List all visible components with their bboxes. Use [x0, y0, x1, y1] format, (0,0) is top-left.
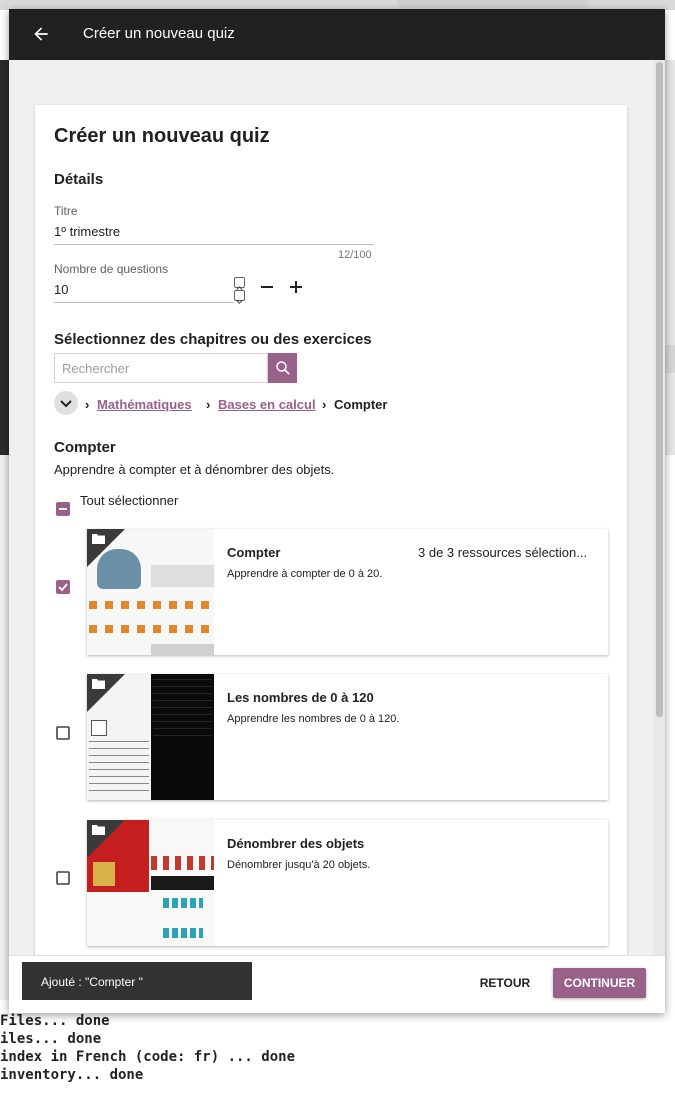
resource-thumbnail: [87, 674, 214, 800]
terminal-line-1: Files... done: [0, 1013, 110, 1029]
title-field-label: Titre: [54, 204, 78, 218]
checkbox-unchecked-icon[interactable]: [56, 726, 70, 740]
resource-card-compter[interactable]: Compter Apprendre à compter de 0 à 20. 3…: [87, 529, 608, 655]
breadcrumb-separator: ›: [85, 397, 90, 412]
page-title: Créer un nouveau quiz: [54, 125, 270, 147]
breadcrumb-separator: ›: [322, 397, 327, 412]
create-quiz-dialog: Créer un nouveau quiz Créer un nouveau q…: [9, 9, 665, 1013]
spin-down-button[interactable]: [234, 290, 245, 304]
folder-icon: [92, 825, 105, 835]
terminal-line-4: inventory... done: [0, 1067, 144, 1083]
questions-field-label: Nombre de questions: [54, 262, 169, 276]
resource-thumbnail: [87, 820, 214, 946]
continue-button[interactable]: CONTINUER: [553, 968, 646, 998]
checkbox-unchecked-icon[interactable]: [56, 871, 70, 885]
terminal-output: Files... done iles... done index in Fren…: [0, 1012, 295, 1084]
background-right-row: [665, 345, 675, 373]
topic-title: Compter: [54, 439, 116, 456]
resource-thumbnail: [87, 529, 214, 655]
breadcrumb-bases-en-calcul[interactable]: Bases en calcul: [218, 397, 316, 412]
title-field-underline: [54, 244, 374, 245]
select-section-heading: Sélectionnez des chapitres ou des exerci…: [54, 331, 372, 348]
checkbox-indeterminate-icon[interactable]: [56, 502, 70, 516]
terminal-line-2: iles... done: [0, 1031, 102, 1047]
resource-title: Compter: [227, 545, 281, 560]
spin-up-button[interactable]: [234, 277, 245, 291]
search-button[interactable]: [268, 353, 297, 383]
folder-icon: [92, 534, 105, 544]
arrow-back-icon[interactable]: [31, 24, 51, 44]
background-tab: [398, 0, 588, 8]
terminal-line-3: index in French (code: fr) ... done: [0, 1049, 296, 1065]
search-icon: [276, 361, 290, 375]
minus-icon[interactable]: [257, 277, 277, 297]
resource-description: Apprendre les nombres de 0 à 120.: [227, 713, 400, 725]
search-input[interactable]: Rechercher: [54, 353, 268, 383]
snackbar-message: Ajouté : "Compter ": [41, 975, 143, 989]
background-right-edge: [665, 60, 675, 455]
quiz-form-card: Créer un nouveau quiz Détails Titre 1º t…: [35, 105, 627, 975]
resource-title: Dénombrer des objets: [227, 836, 365, 851]
details-heading: Détails: [54, 171, 104, 188]
breadcrumb-mathematiques[interactable]: Mathématiques: [97, 397, 192, 412]
snackbar: Ajouté : "Compter ": [22, 962, 252, 1000]
resource-card-nombres-0-120[interactable]: Les nombres de 0 à 120 Apprendre les nom…: [87, 674, 608, 800]
dialog-footer: Ajouté : "Compter " RETOUR CONTINUER: [9, 955, 665, 1013]
resource-selection-count: 3 de 3 ressources sélection...: [418, 545, 588, 560]
chevron-down-icon: [236, 299, 243, 304]
topic-description: Apprendre à compter et à dénombrer des o…: [54, 462, 335, 477]
breadcrumb-separator: ›: [206, 397, 211, 412]
resource-description: Apprendre à compter de 0 à 20.: [227, 568, 383, 580]
breadcrumb-toggle-button[interactable]: [54, 391, 78, 415]
plus-icon[interactable]: [286, 277, 306, 297]
breadcrumb-current: Compter: [334, 397, 388, 412]
app-bar-title: Créer un nouveau quiz: [83, 25, 235, 42]
questions-field-underline: [54, 302, 234, 303]
folder-icon: [92, 679, 105, 689]
app-bar: Créer un nouveau quiz: [9, 9, 665, 60]
scrollbar-thumb[interactable]: [656, 62, 663, 717]
search-placeholder: Rechercher: [62, 361, 130, 376]
resource-title: Les nombres de 0 à 120: [227, 690, 374, 705]
back-button[interactable]: RETOUR: [467, 968, 543, 998]
checkbox-checked-icon[interactable]: [56, 580, 70, 594]
questions-field-input[interactable]: 10: [54, 282, 68, 297]
title-char-counter: 12/100: [338, 249, 372, 261]
resource-description: Dénombrer jusqu'à 20 objets.: [227, 859, 371, 871]
resource-card-denombrer-objets[interactable]: Dénombrer des objets Dénombrer jusqu'à 2…: [87, 820, 608, 946]
select-all-label[interactable]: Tout sélectionner: [80, 493, 178, 508]
chevron-down-icon: [60, 400, 72, 408]
title-field-input[interactable]: 1º trimestre: [54, 224, 120, 239]
